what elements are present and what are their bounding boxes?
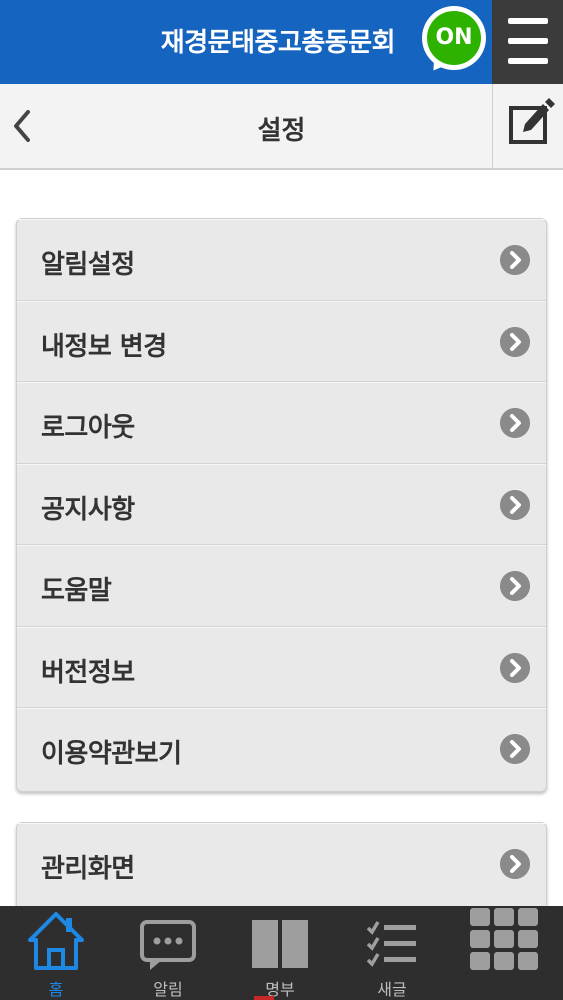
app-title: 재경문태중고총동문회: [160, 28, 396, 58]
settings-item-label: 관리화면: [41, 854, 135, 884]
badge-label: ON: [427, 11, 481, 65]
book-icon: [252, 920, 308, 968]
chevron-right-circle-icon: [500, 408, 530, 438]
checklist-icon: [366, 921, 416, 967]
hamburger-line: [508, 38, 548, 44]
hamburger-line: [508, 58, 548, 64]
edit-button[interactable]: [492, 84, 563, 168]
settings-item-terms[interactable]: 이용약관보기: [17, 708, 546, 790]
page-title: 설정: [257, 116, 306, 146]
settings-group-admin: 관리화면: [16, 822, 547, 912]
bottom-nav: 홈 알림 명부 새글: [0, 906, 563, 1000]
chevron-right-circle-icon: [500, 245, 530, 275]
settings-item-notification[interactable]: 알림설정: [17, 219, 546, 301]
chevron-right-circle-icon: [500, 326, 530, 357]
settings-item-label: 도움말: [41, 576, 112, 606]
nav-item-directory[interactable]: 명부: [224, 906, 336, 1000]
settings-item-label: 알림설정: [41, 250, 135, 280]
nav-item-home[interactable]: 홈: [0, 906, 112, 1000]
settings-item-label: 공지사항: [41, 494, 135, 525]
indicator-dot: [254, 996, 274, 1000]
nav-label: 명부: [265, 980, 295, 999]
grid-icon: [470, 908, 538, 970]
nav-item-new-posts[interactable]: 새글: [336, 906, 448, 1000]
settings-item-profile[interactable]: 내정보 변경: [17, 300, 546, 382]
page-header: 설정: [0, 84, 563, 170]
settings-item-label: 버전정보: [41, 657, 135, 688]
settings-group-main: 알림설정 내정보 변경 로그아웃 공지사항 도움말 버전정보 이용약관보기: [16, 218, 547, 792]
hamburger-menu-button[interactable]: [492, 0, 563, 84]
nav-label: 알림: [153, 980, 183, 999]
settings-item-admin[interactable]: 관리화면: [17, 823, 546, 905]
nav-label: 새글: [377, 980, 407, 999]
hamburger-line: [508, 18, 548, 24]
nav-item-more[interactable]: [448, 906, 560, 1000]
settings-item-label: 내정보 변경: [41, 331, 167, 362]
settings-item-label: 이용약관보기: [41, 739, 182, 769]
edit-icon: [509, 98, 555, 144]
on-badge[interactable]: ON: [422, 6, 486, 77]
home-icon: [28, 912, 84, 970]
chevron-right-circle-icon: [500, 489, 530, 520]
settings-item-version[interactable]: 버전정보: [17, 626, 546, 708]
app-topbar: 재경문태중고총동문회 ON: [0, 0, 563, 84]
nav-item-notifications[interactable]: 알림: [112, 906, 224, 1000]
chevron-right-circle-icon: [500, 571, 530, 601]
settings-item-notice[interactable]: 공지사항: [17, 463, 546, 545]
settings-item-help[interactable]: 도움말: [17, 545, 546, 627]
chat-bubble-icon: [140, 920, 196, 970]
nav-label: 홈: [48, 980, 64, 999]
settings-item-logout[interactable]: 로그아웃: [17, 382, 546, 464]
settings-item-label: 로그아웃: [41, 413, 135, 443]
chevron-right-circle-icon: [500, 849, 530, 879]
chevron-right-circle-icon: [500, 652, 530, 683]
chevron-right-circle-icon: [500, 734, 530, 764]
